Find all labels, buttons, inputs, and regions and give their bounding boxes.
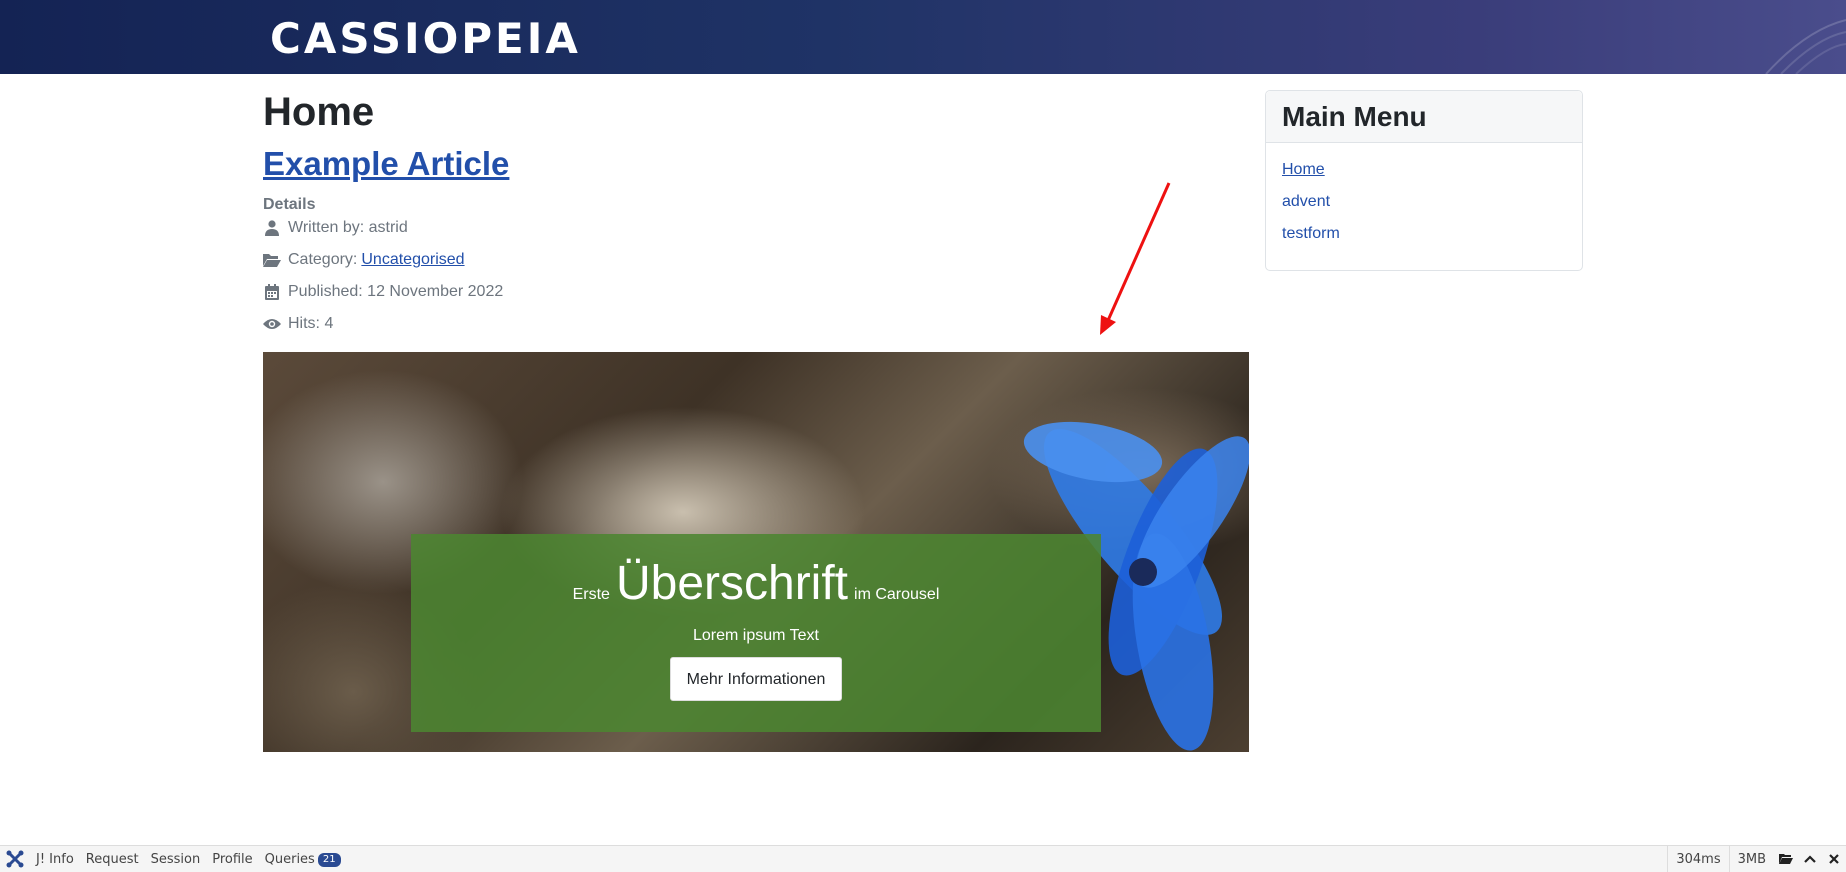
main-menu-title: Main Menu [1266,91,1582,143]
debug-tab-session[interactable]: Session [145,846,207,872]
site-brand-logo[interactable]: CASSIOPEIA [270,14,581,63]
header-decoration [1765,19,1846,74]
debug-tab-queries[interactable]: Queries 21 [259,846,347,872]
headline-main: Überschrift [615,557,849,610]
meta-published: Published: 12 November 2022 [263,281,503,303]
details-heading: Details [263,196,316,213]
carousel-lead-text: Lorem ipsum Text [693,627,819,644]
debug-tab-queries-label: Queries [264,851,315,867]
debug-time[interactable]: 304ms [1667,845,1728,872]
calendar-icon [263,283,281,301]
debug-bar: J! Info Request Session Profile Queries 2… [0,845,1846,872]
queries-count-badge: 21 [317,852,341,867]
main-menu-card: Main Menu Home advent testform [1265,90,1583,271]
folder-open-icon [263,251,281,269]
article-title-link[interactable]: Example Article [263,145,509,183]
page-title: Home [263,90,375,134]
debug-memory[interactable]: 3MB [1728,845,1774,872]
close-icon[interactable] [1822,846,1846,872]
debug-bar-right: 304ms 3MB [1667,845,1846,872]
meta-hits: Hits: 4 [263,313,333,335]
joomla-logo-icon[interactable] [0,846,30,872]
menu-item-advent[interactable]: advent [1282,191,1566,223]
headline-suffix: im Carousel [854,586,940,603]
meta-hits-text: Hits: 4 [288,315,334,332]
eye-icon [263,315,281,333]
debug-tab-request[interactable]: Request [80,846,145,872]
chevron-up-icon[interactable] [1798,846,1822,872]
meta-author: Written by: astrid [263,217,408,239]
debug-tab-profile[interactable]: Profile [206,846,258,872]
carousel-caption: Erste Überschrift im Carousel Lorem ipsu… [411,534,1101,732]
image-carousel[interactable]: Erste Überschrift im Carousel Lorem ipsu… [263,352,1249,752]
folder-open-icon[interactable] [1774,846,1798,872]
menu-item-testform[interactable]: testform [1282,223,1566,255]
meta-category: Category: Uncategorised [263,249,465,271]
menu-item-home[interactable]: Home [1282,159,1566,191]
meta-published-text: Published: 12 November 2022 [288,283,504,300]
site-header: CASSIOPEIA [0,0,1846,74]
more-info-button[interactable]: Mehr Informationen [669,657,843,701]
category-link[interactable]: Uncategorised [361,251,464,269]
meta-author-text: Written by: astrid [288,219,408,236]
headline-prefix: Erste [572,586,610,603]
menu-link-home[interactable]: Home [1282,161,1325,178]
menu-link-advent[interactable]: advent [1282,193,1330,210]
menu-link-testform[interactable]: testform [1282,225,1340,242]
debug-tab-info[interactable]: J! Info [30,846,80,872]
meta-category-label: Category: [288,251,358,268]
carousel-headline: Erste Überschrift im Carousel [411,556,1101,611]
annotation-arrow-icon [1100,182,1171,335]
user-icon [263,219,281,237]
main-menu-list: Home advent testform [1266,143,1582,255]
